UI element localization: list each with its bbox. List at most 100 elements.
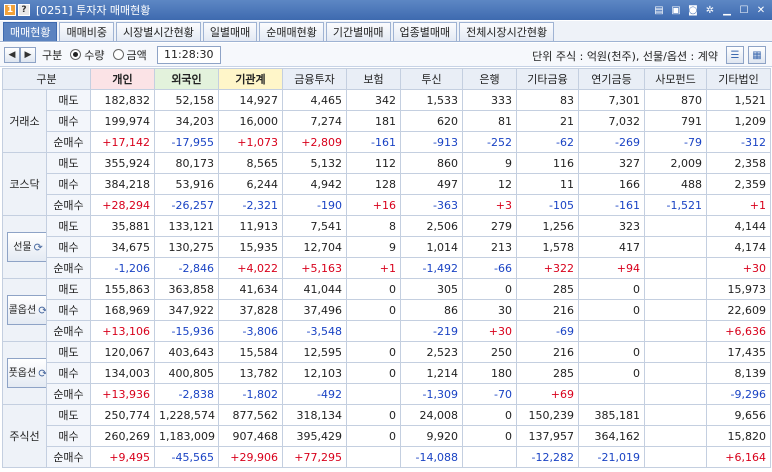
time-input[interactable]: 11:28:30 (156, 45, 221, 64)
tab-6[interactable]: 업종별매매 (392, 22, 458, 41)
link-icon[interactable]: ▤ (652, 3, 666, 17)
tab-5[interactable]: 기간별매매 (325, 22, 391, 41)
column-header[interactable]: 투신 (400, 68, 463, 90)
value-cell: 1,014 (400, 236, 463, 258)
value-cell: +9,495 (90, 446, 155, 468)
value-cell: 216 (516, 341, 579, 363)
value-cell: 385,181 (578, 404, 645, 426)
value-cell: 0 (346, 362, 401, 384)
value-cell: 15,584 (218, 341, 283, 363)
value-cell: 285 (516, 362, 579, 384)
window-title: [0251] 투자자 매매현황 (36, 4, 151, 17)
value-cell: 168,969 (90, 299, 155, 321)
value-cell: 12,704 (282, 236, 347, 258)
market-name: 코스닥 (9, 178, 40, 191)
tab-4[interactable]: 순매매현황 (259, 22, 324, 41)
tab-3[interactable]: 일별매매 (202, 22, 258, 41)
market-button[interactable]: 풋옵션 ⟳ (7, 358, 46, 388)
value-cell: 13,782 (218, 362, 283, 384)
column-header[interactable]: 은행 (462, 68, 517, 90)
value-cell: -1,492 (400, 257, 463, 279)
value-cell: -252 (462, 131, 517, 153)
market-cell[interactable]: 선물 ⟳ (2, 215, 47, 279)
table-row: 코스닥 매도 355,924 80,173 8,565 5,132 112 860 9 116 32… (2, 152, 771, 216)
radio-amount[interactable]: 금액 (112, 47, 147, 63)
column-header[interactable]: 금융투자 (282, 68, 347, 90)
value-cell: 860 (400, 152, 463, 174)
grid-view-icon[interactable]: ▦ (748, 46, 766, 64)
value-cell (644, 320, 707, 342)
value-cell: -12,282 (516, 446, 579, 468)
value-cell: 9,920 (400, 425, 463, 447)
value-cell: -105 (516, 194, 579, 216)
value-cell: 41,634 (218, 278, 283, 300)
value-cell: 0 (578, 299, 645, 321)
market-cell[interactable]: 콜옵션 ⟳ (2, 278, 47, 342)
value-cell: 155,863 (90, 278, 155, 300)
market-button[interactable]: 콜옵션 ⟳ (7, 295, 46, 325)
control-bar: ◀ ▶ 구분 수량 금액 11:28:30 단위 주식 : 억원(천주), 선물… (0, 43, 772, 67)
value-cell: -14,088 (400, 446, 463, 468)
gear-icon[interactable]: ✲ (703, 3, 717, 17)
value-cell: 21 (516, 110, 579, 132)
value-cell: +13,106 (90, 320, 155, 342)
market-cell[interactable]: 풋옵션 ⟳ (2, 341, 47, 405)
table-row: 순매수 +13,106 -15,936 -3,806 -3,548 -219 +30 -69 +… (3, 320, 771, 342)
column-header[interactable]: 기관계 (218, 68, 283, 90)
market-name: 풋옵션 (8, 367, 37, 379)
market-button[interactable]: 선물 ⟳ (7, 232, 46, 262)
table-row: 주식선 매도 250,774 1,228,574 877,562 318,134 0 24,0… (2, 404, 771, 468)
column-header[interactable]: 연기금등 (578, 68, 645, 90)
value-cell: 8 (346, 215, 401, 237)
value-cell (644, 299, 707, 321)
value-cell: 1,521 (706, 89, 771, 111)
value-cell: 1,256 (516, 215, 579, 237)
tab-bar: 매매현황 매매비중 시장별시간현황 일별매매 순매매현황 기간별매매 업종별매매 전체시장시간… (0, 21, 772, 42)
value-cell: 907,468 (218, 425, 283, 447)
value-cell: 7,032 (578, 110, 645, 132)
help-icon[interactable]: ? (18, 4, 30, 16)
value-cell: -161 (346, 131, 401, 153)
maximize-icon[interactable]: ☐ (737, 3, 751, 17)
radio-quantity[interactable]: 수량 (70, 47, 105, 63)
column-header[interactable]: 외국인 (154, 68, 219, 90)
tab-7[interactable]: 전체시장시간현황 (459, 22, 555, 41)
value-cell: 791 (644, 110, 707, 132)
row-label: 매도 (46, 404, 91, 426)
close-icon[interactable]: ✕ (754, 3, 768, 17)
column-header[interactable]: 기타금융 (516, 68, 579, 90)
minimize-icon[interactable]: ▁ (720, 3, 734, 17)
value-cell: 180 (462, 362, 517, 384)
column-header[interactable]: 개인 (90, 68, 155, 90)
tab-2[interactable]: 시장별시간현황 (115, 22, 201, 41)
value-cell: 133,121 (154, 215, 219, 237)
value-cell: 1,183,009 (154, 425, 219, 447)
value-cell: 17,435 (706, 341, 771, 363)
market-name: 콜옵션 (8, 304, 37, 316)
value-cell: 181 (346, 110, 401, 132)
value-cell: 285 (516, 278, 579, 300)
value-cell: 4,942 (282, 173, 347, 195)
window-number-badge[interactable]: 1 (4, 4, 16, 16)
value-cell: 12 (462, 173, 517, 195)
prev-arrow-button[interactable]: ◀ (4, 46, 20, 63)
tab-1[interactable]: 매매비중 (59, 22, 114, 41)
tab-0[interactable]: 매매현황 (3, 22, 58, 41)
save-icon[interactable]: ▣ (669, 3, 683, 17)
value-cell: +1,073 (218, 131, 283, 153)
list-view-icon[interactable]: ☰ (726, 46, 744, 64)
value-cell: -190 (282, 194, 347, 216)
next-arrow-button[interactable]: ▶ (20, 46, 36, 63)
row-label: 매수 (46, 425, 91, 447)
table-header-row: 구분 개인 외국인 기관계 금융투자 보험 투신 은행 기타금융 연기금등 사모펀드 기타법인 (2, 68, 771, 90)
value-cell: -363 (400, 194, 463, 216)
value-cell: 128 (346, 173, 401, 195)
value-cell: 384,218 (90, 173, 155, 195)
column-header[interactable]: 기타법인 (706, 68, 771, 90)
column-header[interactable]: 사모펀드 (644, 68, 707, 90)
value-cell: 488 (644, 173, 707, 195)
column-header[interactable]: 보험 (346, 68, 401, 90)
value-cell (644, 278, 707, 300)
market-cell: 주식선 (2, 404, 47, 468)
camera-icon[interactable]: ◙ (686, 3, 700, 17)
